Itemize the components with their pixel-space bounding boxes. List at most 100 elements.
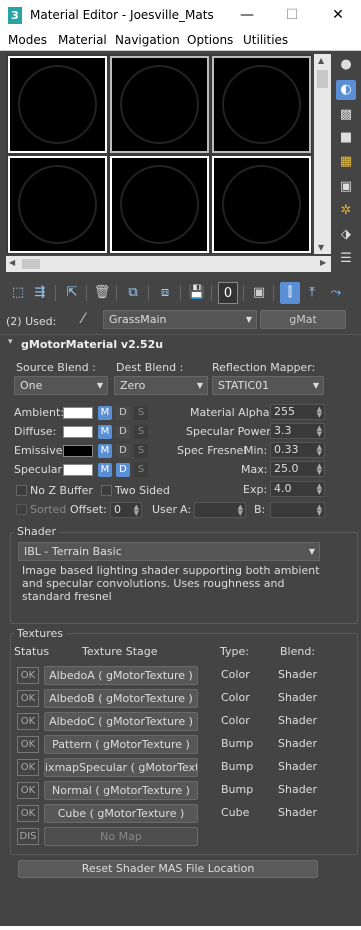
specular-map-button[interactable]: M [98, 463, 112, 477]
source-blend-dropdown[interactable]: One ▼ [14, 376, 108, 395]
fresnel-exp-spinner[interactable]: 4.0 ▲ ▼ [270, 481, 325, 497]
scroll-down-icon[interactable]: ▼ [318, 243, 324, 252]
texture-stage-button[interactable]: AlbedoA ( gMotorTexture ) [44, 666, 198, 685]
options-icon[interactable]: ✲ [336, 201, 356, 221]
reflection-mapper-dropdown[interactable]: STATIC01 ▼ [212, 376, 324, 395]
texture-status-badge: OK [17, 782, 39, 799]
fresnel-max-spinner[interactable]: 25.0 ▲ ▼ [270, 461, 325, 477]
put-to-library-icon[interactable]: 💾 [187, 282, 207, 304]
sample-uv-tiling-icon[interactable]: ■ [336, 128, 356, 148]
shader-selected-value: IBL - Terrain Basic [24, 545, 122, 558]
put-to-scene-icon[interactable]: ⇶ [30, 282, 50, 304]
texture-stage-button[interactable]: AlbedoB ( gMotorTexture ) [44, 689, 198, 708]
ambient-default-button[interactable]: D [116, 406, 130, 420]
reset-shader-mas-button[interactable]: Reset Shader MAS File Location [18, 860, 318, 878]
specular-default-button[interactable]: D [116, 463, 130, 477]
spinner-arrows-icon[interactable]: ▲ ▼ [317, 444, 322, 457]
make-preview-icon[interactable]: ▣ [336, 177, 356, 197]
sample-slot[interactable] [8, 56, 107, 153]
maximize-button[interactable]: ☐ [269, 0, 315, 31]
texture-stage-button[interactable]: No Map [44, 827, 198, 846]
copy-material-icon[interactable]: ⧈ [155, 282, 175, 304]
specular-swatch[interactable] [63, 464, 93, 476]
sample-slot[interactable] [212, 56, 311, 153]
material-id-channel-icon[interactable]: 0 [218, 282, 238, 304]
sample-slot[interactable] [212, 156, 311, 253]
eyedropper-icon[interactable]: ⁄ [82, 311, 84, 327]
menu-options[interactable]: Options [187, 33, 233, 47]
backlight-icon[interactable]: ◐ [336, 80, 356, 100]
emissive-swatch[interactable] [63, 445, 93, 457]
spinner-arrows-icon[interactable]: ▲ ▼ [317, 463, 322, 476]
spinner-arrows-icon[interactable]: ▲ ▼ [317, 425, 322, 438]
texture-stage-button[interactable]: Cube ( gMotorTexture ) [44, 804, 198, 823]
texture-type: Bump [221, 783, 254, 796]
scroll-right-icon[interactable]: ▶ [320, 258, 326, 267]
spinner-arrows-icon[interactable]: ▲ ▼ [317, 483, 322, 496]
fresnel-min-spinner[interactable]: 0.33 ▲ ▼ [270, 442, 325, 458]
emissive-map-button[interactable]: M [98, 444, 112, 458]
show-end-result-icon[interactable]: ⫿ [280, 282, 300, 304]
no-z-buffer-checkbox[interactable] [16, 485, 27, 496]
dest-blend-dropdown[interactable]: Zero ▼ [114, 376, 208, 395]
menu-navigation[interactable]: Navigation [115, 33, 180, 47]
texture-stage-button[interactable]: Pattern ( gMotorTexture ) [44, 735, 198, 754]
user-b-spinner[interactable]: ▲ ▼ [270, 502, 325, 518]
vertical-scroll-thumb[interactable] [317, 70, 328, 88]
emissive-s-button[interactable]: S [134, 444, 148, 458]
horizontal-scroll-thumb[interactable] [22, 259, 40, 269]
spinner-arrows-icon[interactable]: ▲ ▼ [317, 406, 322, 419]
menu-material[interactable]: Material [58, 33, 107, 47]
scroll-up-icon[interactable]: ▲ [318, 56, 324, 65]
scroll-left-icon[interactable]: ◀ [9, 258, 15, 267]
offset-spinner[interactable]: 0 ▲ ▼ [110, 502, 142, 518]
ambient-map-button[interactable]: M [98, 406, 112, 420]
close-button[interactable]: ✕ [315, 0, 361, 31]
show-map-in-viewport-icon[interactable]: ▣ [249, 282, 269, 304]
get-material-icon[interactable]: ⬚ [8, 282, 28, 304]
texture-stage-button[interactable]: AlbedoC ( gMotorTexture ) [44, 712, 198, 731]
user-a-spinner[interactable]: ▲ ▼ [194, 502, 246, 518]
go-to-parent-icon[interactable]: ⤒ [302, 282, 322, 304]
shader-dropdown[interactable]: IBL - Terrain Basic ▼ [18, 542, 320, 561]
slots-horizontal-scrollbar[interactable] [6, 256, 331, 272]
specular-s-button[interactable]: S [134, 463, 148, 477]
collapse-icon[interactable]: ▾ [8, 337, 13, 347]
texture-stage-button[interactable]: ixmapSpecular ( gMotorTexture [44, 758, 198, 777]
make-unique-icon[interactable]: ⧉ [123, 282, 143, 304]
video-color-check-icon[interactable]: ▦ [336, 152, 356, 172]
texture-type: Cube [221, 806, 250, 819]
ambient-swatch[interactable] [63, 407, 93, 419]
sample-slot[interactable] [8, 156, 107, 253]
spinner-arrows-icon[interactable]: ▲ ▼ [238, 504, 243, 517]
spinner-arrows-icon[interactable]: ▲ ▼ [317, 504, 322, 517]
diffuse-map-button[interactable]: M [98, 425, 112, 439]
material-type-button[interactable]: gMat [260, 310, 346, 329]
sample-slot[interactable] [110, 156, 209, 253]
go-forward-to-sibling-icon[interactable]: ⤳ [326, 282, 346, 304]
texture-stage-button[interactable]: Normal ( gMotorTexture ) [44, 781, 198, 800]
emissive-default-button[interactable]: D [116, 444, 130, 458]
spinner-arrows-icon[interactable]: ▲ ▼ [134, 504, 139, 517]
rollout-header[interactable]: ▾ gMotorMaterial v2.52u [0, 334, 361, 352]
sorted-checkbox[interactable] [16, 504, 27, 515]
delete-icon[interactable]: 🗑 [92, 282, 112, 304]
diffuse-swatch[interactable] [63, 426, 93, 438]
menu-utilities[interactable]: Utilities [243, 33, 288, 47]
ambient-label: Ambient: [14, 406, 65, 419]
sample-slot[interactable] [110, 56, 209, 153]
material-name-dropdown[interactable]: GrassMain ▼ [103, 310, 257, 329]
select-by-material-icon[interactable]: ⬗ [336, 225, 356, 245]
diffuse-s-button[interactable]: S [134, 425, 148, 439]
specular-power-spinner[interactable]: 3.3 ▲ ▼ [270, 423, 325, 439]
material-navigator-icon[interactable]: ☰ [336, 249, 356, 269]
two-sided-checkbox[interactable] [101, 485, 112, 496]
assign-to-selection-icon[interactable]: ⇱ [62, 282, 82, 304]
minimize-button[interactable]: — [224, 0, 270, 31]
material-alpha-spinner[interactable]: 255 ▲ ▼ [270, 404, 325, 420]
ambient-s-button[interactable]: S [134, 406, 148, 420]
diffuse-default-button[interactable]: D [116, 425, 130, 439]
sample-type-sphere-icon[interactable]: ● [336, 55, 356, 75]
background-checker-icon[interactable]: ▩ [336, 105, 356, 125]
menu-modes[interactable]: Modes [8, 33, 47, 47]
